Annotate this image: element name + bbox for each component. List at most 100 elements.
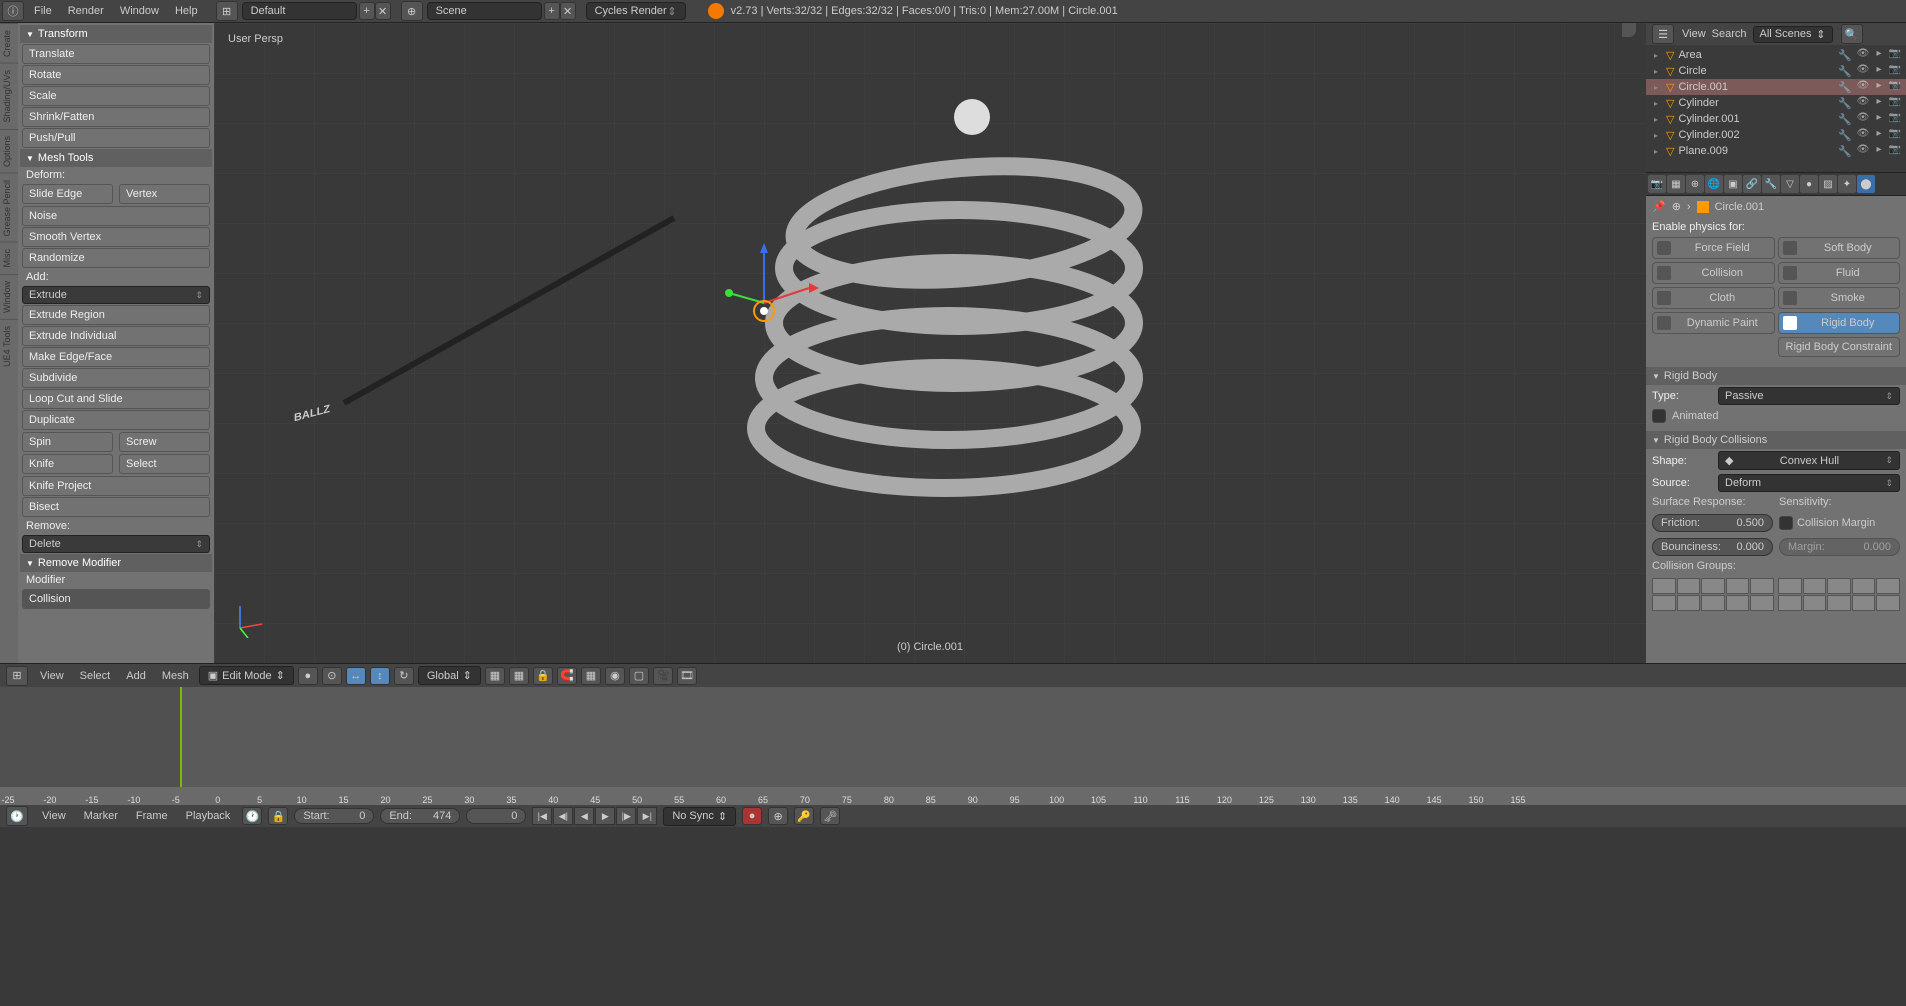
select-toggle[interactable]: ▸ [1872, 80, 1886, 94]
bounciness-field[interactable]: Bounciness:0.000 [1652, 538, 1773, 556]
collision-margin-checkbox[interactable] [1779, 516, 1793, 530]
view-editor-icon[interactable]: ⊞ [6, 666, 28, 686]
select-button[interactable]: Select [119, 454, 210, 474]
render-toggle[interactable]: 📷 [1888, 48, 1902, 62]
end-frame-field[interactable]: End:474 [380, 808, 460, 824]
tab-render[interactable]: 📷 [1648, 175, 1666, 193]
insert-key-button[interactable]: 🔑 [794, 807, 814, 825]
transform-panel-header[interactable]: Transform [20, 25, 212, 43]
tab-object[interactable]: ▣ [1724, 175, 1742, 193]
outliner-row[interactable]: ▸▽Cylinder.002🔧👁▸📷 [1646, 127, 1906, 143]
screw-button[interactable]: Screw [119, 432, 210, 452]
tab-world[interactable]: 🌐 [1705, 175, 1723, 193]
vh-menu-view[interactable]: View [34, 668, 70, 684]
source-dropdown[interactable]: Deform [1718, 474, 1900, 492]
menu-render[interactable]: Render [60, 5, 112, 17]
force-field-button[interactable]: Force Field [1652, 237, 1775, 259]
manip-rotate[interactable]: ↻ [394, 667, 414, 685]
outliner-row[interactable]: ▸▽Cylinder🔧👁▸📷 [1646, 95, 1906, 111]
select-toggle[interactable]: ▸ [1872, 112, 1886, 126]
tab-scene[interactable]: ⊕ [1686, 175, 1704, 193]
operator-panel-header[interactable]: Remove Modifier [20, 554, 212, 572]
layout-delete-button[interactable]: ✕ [375, 2, 391, 20]
shading-dropdown[interactable]: ● [298, 667, 318, 685]
render-toggle[interactable]: 📷 [1888, 144, 1902, 158]
tab-window[interactable]: Window [0, 274, 18, 319]
visibility-toggle[interactable]: 👁 [1856, 64, 1870, 78]
visibility-toggle[interactable]: 👁 [1856, 80, 1870, 94]
timeline-editor-icon[interactable]: 🕐 [6, 806, 28, 826]
render-toggle[interactable]: 📷 [1888, 128, 1902, 142]
render-border[interactable]: ▢ [629, 667, 649, 685]
select-toggle[interactable]: ▸ [1872, 144, 1886, 158]
outliner-row[interactable]: ▸▽Circle🔧👁▸📷 [1646, 63, 1906, 79]
visibility-toggle[interactable]: 👁 [1856, 96, 1870, 110]
sync-dropdown[interactable]: No Sync ⇕ [663, 807, 736, 826]
outliner-editor-icon[interactable]: ☰ [1652, 24, 1674, 44]
scene-browse-icon[interactable]: ⊕ [401, 1, 423, 21]
menu-window[interactable]: Window [112, 5, 167, 17]
knife-button[interactable]: Knife [22, 454, 113, 474]
outliner-menu-view[interactable]: View [1682, 28, 1706, 40]
visibility-toggle[interactable]: 👁 [1856, 144, 1870, 158]
delete-key-button[interactable]: 🗝 [820, 807, 840, 825]
friction-field[interactable]: Friction:0.500 [1652, 514, 1773, 532]
tab-grease[interactable]: Grease Pencil [0, 173, 18, 243]
visibility-toggle[interactable]: 👁 [1856, 48, 1870, 62]
visibility-toggle[interactable]: 👁 [1856, 112, 1870, 126]
select-toggle[interactable]: ▸ [1872, 96, 1886, 110]
extrude-region-button[interactable]: Extrude Region [22, 305, 210, 325]
scene-add-button[interactable]: + [544, 2, 560, 20]
gl-anim[interactable]: 🎞 [677, 667, 697, 685]
orientation-dropdown[interactable]: Global ⇕ [418, 666, 481, 685]
smoke-button[interactable]: Smoke [1778, 287, 1901, 309]
jump-start-button[interactable]: |◀ [532, 807, 552, 825]
start-frame-field[interactable]: Start:0 [294, 808, 374, 824]
current-frame-field[interactable]: 0 [466, 808, 526, 824]
menu-help[interactable]: Help [167, 5, 206, 17]
tab-create[interactable]: Create [0, 23, 18, 63]
layers-1[interactable]: ▦ [485, 667, 505, 685]
jump-end-button[interactable]: ▶| [637, 807, 657, 825]
keyframe-prev-button[interactable]: ◀| [553, 807, 573, 825]
loopcut-button[interactable]: Loop Cut and Slide [22, 389, 210, 409]
scene-delete-button[interactable]: ✕ [560, 2, 576, 20]
translate-button[interactable]: Translate [22, 44, 210, 64]
play-reverse-button[interactable]: ◀ [574, 807, 594, 825]
render-toggle[interactable]: 📷 [1888, 64, 1902, 78]
tab-modifiers[interactable]: 🔧 [1762, 175, 1780, 193]
menu-file[interactable]: File [26, 5, 60, 17]
tab-texture[interactable]: ▨ [1819, 175, 1837, 193]
keyframe-next-button[interactable]: |▶ [616, 807, 636, 825]
subdivide-button[interactable]: Subdivide [22, 368, 210, 388]
delete-dropdown[interactable]: Delete [22, 535, 210, 553]
tab-layers[interactable]: ▦ [1667, 175, 1685, 193]
rigid-body-button[interactable]: Rigid Body [1778, 312, 1901, 334]
snap-toggle[interactable]: 🧲 [557, 667, 577, 685]
tab-material[interactable]: ● [1800, 175, 1818, 193]
collisions-panel-header[interactable]: Rigid Body Collisions [1646, 431, 1906, 449]
rigid-body-panel-header[interactable]: Rigid Body [1646, 367, 1906, 385]
scene-field[interactable]: Scene [427, 2, 542, 20]
auto-key-toggle[interactable]: ● [742, 807, 762, 825]
animated-checkbox[interactable] [1652, 409, 1666, 423]
layout-field[interactable]: Default [242, 2, 357, 20]
render-engine-dropdown[interactable]: Cycles Render⇕ [586, 2, 686, 20]
keying-set-dropdown[interactable]: ⊕ [768, 807, 788, 825]
outliner-menu-search[interactable]: Search [1712, 28, 1747, 40]
collision-button[interactable]: Collision [1652, 262, 1775, 284]
noise-button[interactable]: Noise [22, 206, 210, 226]
collision-group-set-a[interactable] [1652, 578, 1774, 611]
make-edge-button[interactable]: Make Edge/Face [22, 347, 210, 367]
tab-constraints[interactable]: 🔗 [1743, 175, 1761, 193]
render-toggle[interactable]: 📷 [1888, 112, 1902, 126]
tl-menu-playback[interactable]: Playback [180, 808, 237, 824]
outliner-filter-dropdown[interactable]: All Scenes⇕ [1753, 26, 1833, 43]
scene-crumb-icon[interactable]: ⊕ [1672, 200, 1681, 213]
tab-options[interactable]: Options [0, 129, 18, 173]
layout-add-button[interactable]: + [359, 2, 375, 20]
modifier-value-field[interactable]: Collision [22, 589, 210, 609]
snap-type[interactable]: ▦ [581, 667, 601, 685]
soft-body-button[interactable]: Soft Body [1778, 237, 1901, 259]
fluid-button[interactable]: Fluid [1778, 262, 1901, 284]
